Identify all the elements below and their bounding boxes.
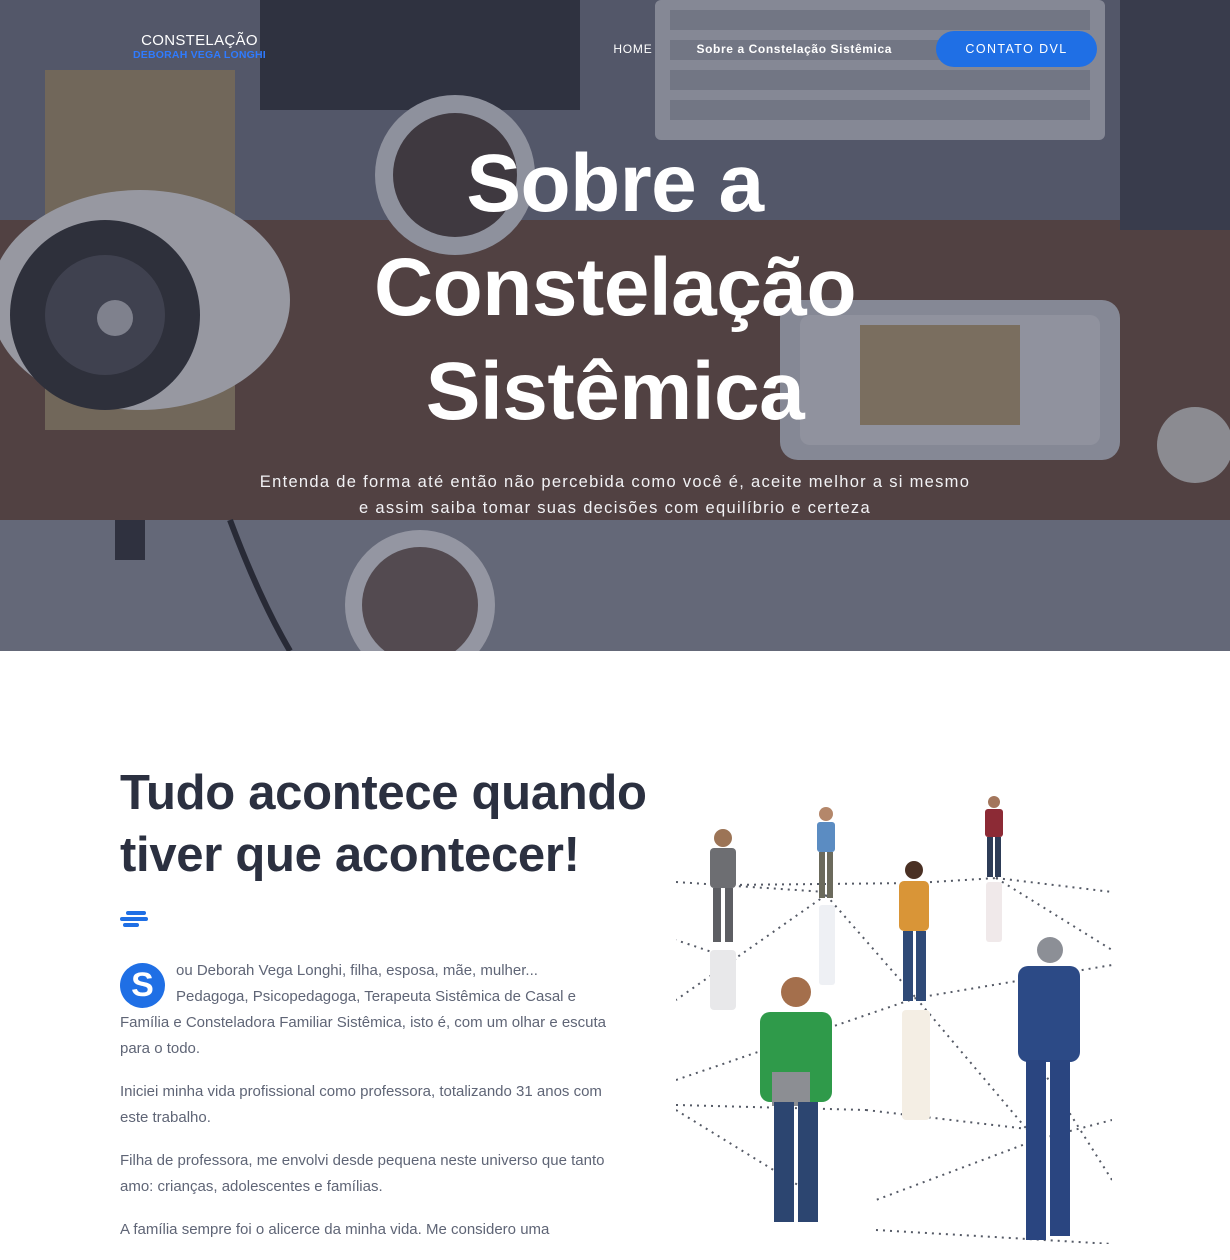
divider-lines-icon <box>120 911 148 927</box>
hero-title: Sobre a Constelação Sistêmica <box>0 132 1230 444</box>
about-paragraph-4: A família sempre foi o alicerce da minha… <box>120 1221 550 1238</box>
about-paragraph-1: Sou Deborah Vega Longhi, filha, esposa, … <box>120 958 610 1062</box>
hero-subtitle-line2: e assim saiba tomar suas decisões com eq… <box>359 499 871 517</box>
dropcap: S <box>120 963 165 1008</box>
network-people-illustration <box>676 760 1112 1244</box>
about-text: Sou Deborah Vega Longhi, filha, esposa, … <box>120 958 610 1260</box>
hero-subtitle-line1: Entenda de forma até então não percebida… <box>259 473 971 491</box>
site-logo[interactable]: CONSTELAÇÃO DEBORAH VEGA LONGHI <box>133 33 266 61</box>
hero-section: CONSTELAÇÃO DEBORAH VEGA LONGHI HOME Sob… <box>0 0 1230 651</box>
nav-sobre[interactable]: Sobre a Constelação Sistêmica <box>697 42 892 56</box>
logo-title: CONSTELAÇÃO <box>141 32 258 49</box>
hero-title-line3: Sistêmica <box>425 346 805 437</box>
hero-subtitle: Entenda de forma até então não percebida… <box>0 469 1230 521</box>
contact-button[interactable]: CONTATO DVL <box>936 31 1097 67</box>
about-paragraph-1-text: ou Deborah Vega Longhi, filha, esposa, m… <box>120 962 607 1057</box>
hero-title-line2: Constelação <box>373 242 857 333</box>
about-paragraph-3: Filha de professora, me envolvi desde pe… <box>120 1152 605 1195</box>
about-paragraph-2: Iniciei minha vida profissional como pro… <box>120 1083 602 1126</box>
logo-subtitle: DEBORAH VEGA LONGHI <box>133 49 266 61</box>
section-title-line2: tiver que acontecer! <box>120 828 580 882</box>
main-nav: HOME Sobre a Constelação Sistêmica CONTA… <box>613 31 1097 67</box>
hero-title-line1: Sobre a <box>466 138 764 229</box>
section-title: Tudo acontece quando tiver que acontecer… <box>120 762 680 886</box>
nav-home[interactable]: HOME <box>613 42 652 56</box>
section-title-line1: Tudo acontece quando <box>120 766 647 820</box>
